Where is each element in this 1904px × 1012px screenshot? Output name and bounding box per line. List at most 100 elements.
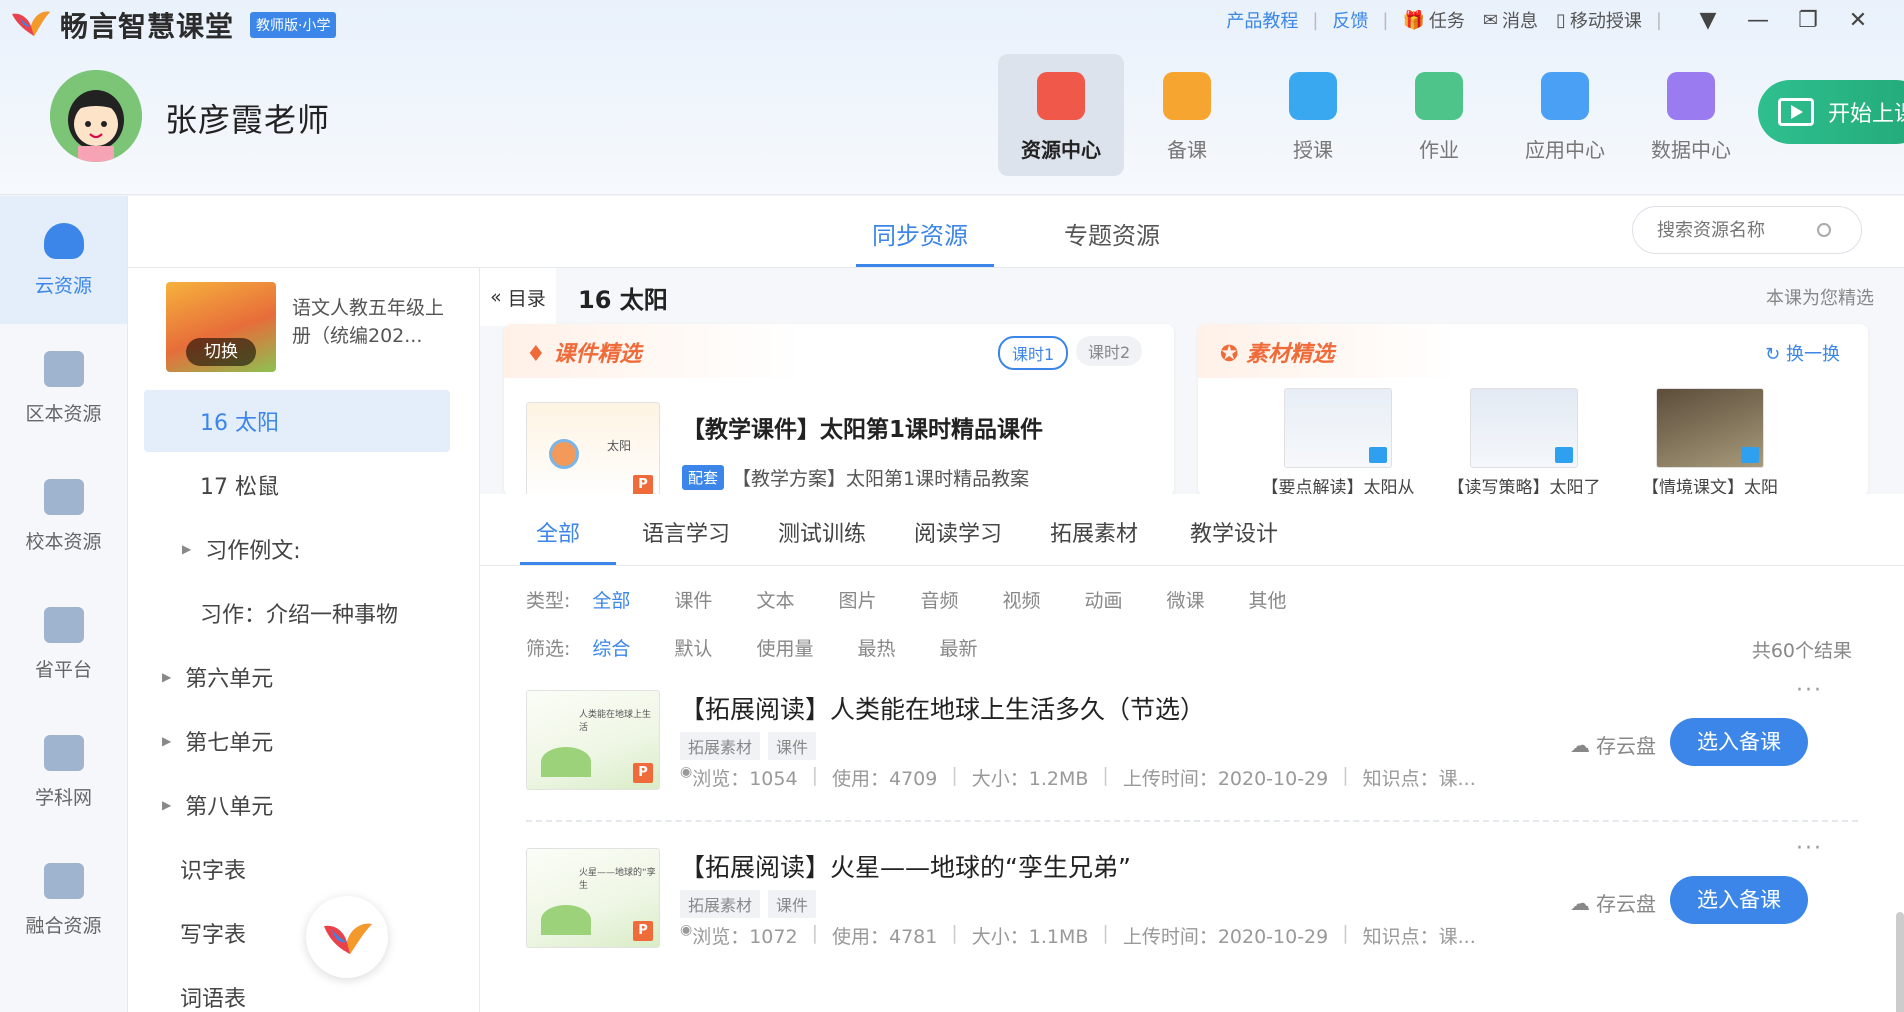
rail-item-5[interactable]: 融合资源 xyxy=(0,836,127,964)
category-tab[interactable]: 测试训练 xyxy=(778,516,866,548)
mobile-teaching-button[interactable]: ▯ 移动授课 xyxy=(1556,7,1642,33)
tree-item[interactable]: 识字表 xyxy=(144,838,450,900)
rail-item-3[interactable]: 省平台 xyxy=(0,580,127,708)
resource-tabs: 同步资源 专题资源 xyxy=(128,196,1904,268)
courseware-title: ♦ 课件精选 xyxy=(526,336,641,368)
nav-teaching[interactable]: 授课 xyxy=(1250,54,1376,176)
tree-item[interactable]: ▶ 第七单元 xyxy=(144,710,450,772)
thumb-caption: 人类能在地球上生活 xyxy=(579,710,652,733)
more-icon[interactable]: ··· xyxy=(1796,836,1823,861)
start-class-label: 开始上课 xyxy=(1828,102,1904,127)
refresh-button[interactable]: ↻ 换一换 xyxy=(1765,340,1840,366)
video-icon xyxy=(1555,447,1573,463)
resource-thumbnail[interactable]: 人类能在地球上生活 P xyxy=(526,690,660,790)
minimize-icon[interactable]: — xyxy=(1740,8,1776,33)
nav-data-center[interactable]: 数据中心 xyxy=(1628,54,1754,176)
divider: | xyxy=(811,764,818,786)
messages-button[interactable]: ✉ 消息 xyxy=(1483,7,1538,33)
filter-option[interactable]: 其他 xyxy=(1249,586,1287,613)
scrollbar[interactable] xyxy=(1896,912,1904,1012)
restore-icon[interactable]: ❐ xyxy=(1790,8,1826,33)
bird-logo-icon xyxy=(12,11,50,36)
nav-resource-center[interactable]: 资源中心 xyxy=(998,54,1124,176)
tree-item[interactable]: 17 松鼠 xyxy=(144,454,450,516)
category-tab[interactable]: 语言学习 xyxy=(642,516,730,548)
resource-title[interactable]: 【拓展阅读】火星——地球的“孪生兄弟” xyxy=(680,848,1131,884)
filter-option[interactable]: 综合 xyxy=(592,634,630,661)
app-logo: 畅言智慧课堂 教师版·小学 xyxy=(10,5,337,45)
category-tab[interactable]: 阅读学习 xyxy=(914,516,1002,548)
tab-topic-resources[interactable]: 专题资源 xyxy=(1064,216,1160,251)
nav-label: 应用中心 xyxy=(1525,138,1605,162)
filter-option[interactable]: 音频 xyxy=(920,586,958,613)
tutorial-link[interactable]: 产品教程 xyxy=(1226,7,1298,33)
filter-option[interactable]: 视频 xyxy=(1002,586,1040,613)
add-to-lesson-button[interactable]: 选入备课 xyxy=(1670,876,1808,924)
divider: | xyxy=(1102,764,1109,786)
start-class-button[interactable]: 开始上课 xyxy=(1758,80,1904,144)
resource-list-panel: 全部 语言学习 测试训练 阅读学习 拓展素材 教学设计 类型: 全部 课件 文本 图片 音频 视频 动画… xyxy=(480,494,1904,1012)
book-cover[interactable]: 切换 xyxy=(166,282,276,372)
resource-title[interactable]: 【拓展阅读】人类能在地球上生活多久（节选） xyxy=(680,690,1205,726)
teacher-name: 张彦霞老师 xyxy=(165,101,331,139)
tree-item[interactable]: 写字表 xyxy=(144,902,450,964)
courseware-thumbnail[interactable]: 太阳 P xyxy=(526,402,660,502)
app-name: 畅言智慧课堂 xyxy=(60,10,235,43)
assistant-bird-button[interactable] xyxy=(306,896,388,978)
nav-app-center[interactable]: 应用中心 xyxy=(1502,54,1628,176)
search-box[interactable] xyxy=(1632,206,1862,254)
period-1-tab[interactable]: 课时1 xyxy=(998,336,1069,370)
search-icon[interactable] xyxy=(1817,223,1831,237)
owl-icon xyxy=(43,734,84,771)
tree-item[interactable]: 16 太阳 xyxy=(144,390,450,452)
toc-button[interactable]: « 目录 xyxy=(480,268,556,326)
category-tab[interactable]: 教学设计 xyxy=(1190,516,1278,548)
filter-option[interactable]: 最热 xyxy=(857,634,895,661)
filter-option[interactable]: 文本 xyxy=(756,586,794,613)
rail-item-2[interactable]: 校本资源 xyxy=(0,452,127,580)
tree-item-label: 习作：介绍一种事物 xyxy=(200,603,399,628)
nav-lesson-prep[interactable]: 备课 xyxy=(1124,54,1250,176)
phone-icon: ▯ xyxy=(1556,9,1566,31)
filter-option[interactable]: 动画 xyxy=(1085,586,1123,613)
close-icon[interactable]: ✕ xyxy=(1840,8,1876,33)
save-to-cloud-button[interactable]: ☁ 存云盘 xyxy=(1570,888,1656,917)
tasks-button[interactable]: 🎁 任务 xyxy=(1403,7,1465,33)
category-tab[interactable]: 全部 xyxy=(536,516,580,548)
filter-option[interactable]: 全部 xyxy=(592,586,630,613)
refresh-label: 换一换 xyxy=(1786,344,1840,365)
nav-homework[interactable]: 作业 xyxy=(1376,54,1502,176)
resource-thumbnail[interactable]: 火星——地球的“孪生 P xyxy=(526,848,660,948)
feedback-link[interactable]: 反馈 xyxy=(1332,7,1368,33)
dropdown-icon[interactable]: ▼ xyxy=(1690,8,1726,33)
resource-item[interactable]: 人类能在地球上生活 P 【拓展阅读】人类能在地球上生活多久（节选） 拓展素材 课件 ◉ 浏… xyxy=(526,678,1858,830)
filter-option[interactable]: 默认 xyxy=(674,634,712,661)
add-to-lesson-button[interactable]: 选入备课 xyxy=(1670,718,1808,766)
meta-views: 浏览：1072 xyxy=(692,926,798,948)
filter-option[interactable]: 课件 xyxy=(674,586,712,613)
filter-option[interactable]: 图片 xyxy=(838,586,876,613)
tab-sync-resources[interactable]: 同步资源 xyxy=(872,216,968,251)
tree-item[interactable]: ▶ 第六单元 xyxy=(144,646,450,708)
tree-item[interactable]: 习作：介绍一种事物 xyxy=(144,582,450,644)
rail-item-4[interactable]: 学科网 xyxy=(0,708,127,836)
rail-item-0[interactable]: 云资源 xyxy=(0,196,127,324)
filter-option[interactable]: 最新 xyxy=(939,634,977,661)
avatar[interactable] xyxy=(50,70,142,162)
more-icon[interactable]: ··· xyxy=(1796,678,1823,703)
resource-item[interactable]: 火星——地球的“孪生 P 【拓展阅读】火星——地球的“孪生兄弟” 拓展素材 课件 ◉ 浏览… xyxy=(526,836,1858,988)
switch-book-button[interactable]: 切换 xyxy=(186,338,256,366)
filter-option[interactable]: 微课 xyxy=(1167,586,1205,613)
rail-item-1[interactable]: 区本资源 xyxy=(0,324,127,452)
courseware-pair[interactable]: 配套 【教学方案】太阳第1课时精品教案 xyxy=(682,464,1029,491)
tree-item[interactable]: 词语表 xyxy=(144,966,450,1012)
category-tab[interactable]: 拓展素材 xyxy=(1050,516,1138,548)
tree-item[interactable]: ▶ 第八单元 xyxy=(144,774,450,836)
period-2-tab[interactable]: 课时2 xyxy=(1076,336,1143,366)
filter-option[interactable]: 使用量 xyxy=(756,634,813,661)
mail-icon: ✉ xyxy=(1482,9,1499,31)
courseware-main-title[interactable]: 【教学课件】太阳第1课时精品课件 xyxy=(682,410,1043,444)
tree-item[interactable]: ▶ 习作例文: xyxy=(144,518,450,580)
search-input[interactable] xyxy=(1657,219,1807,241)
save-to-cloud-button[interactable]: ☁ 存云盘 xyxy=(1570,730,1656,759)
